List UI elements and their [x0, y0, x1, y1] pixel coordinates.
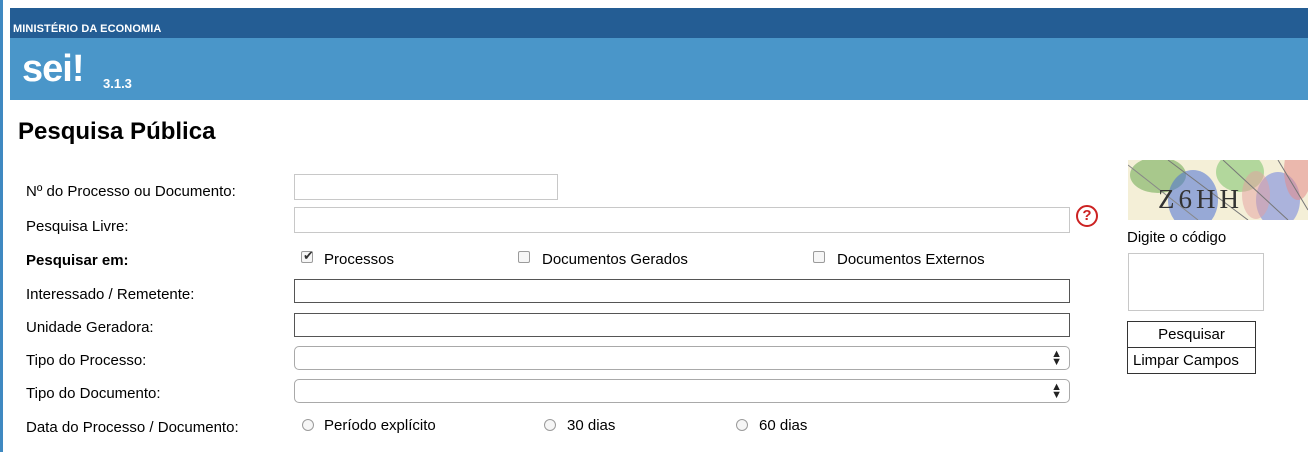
left-frame-border — [0, 0, 3, 452]
ministry-bar — [10, 8, 1308, 38]
date-label: Data do Processo / Documento: — [26, 419, 239, 436]
captcha-image: Z6HH — [1128, 160, 1308, 220]
documentos-externos-option-label: Documentos Externos — [837, 251, 985, 268]
updown-arrows-icon: ▲ ▼ — [1051, 348, 1062, 368]
processos-checkbox[interactable]: ✔ — [301, 248, 314, 263]
page-title: Pesquisa Pública — [18, 118, 216, 145]
captcha-input[interactable] — [1128, 253, 1264, 311]
30-days-label: 30 dias — [567, 417, 616, 434]
document-type-label: Tipo do Documento: — [26, 385, 161, 402]
process-number-input[interactable] — [294, 174, 558, 200]
60-days-label: 60 dias — [759, 417, 808, 434]
free-search-input[interactable] — [294, 207, 1070, 233]
captcha-prompt: Digite o código — [1127, 229, 1227, 246]
ministry-name: MINISTÉRIO DA ECONOMIA — [13, 23, 162, 35]
process-number-label: Nº do Processo ou Documento: — [26, 183, 236, 200]
clear-fields-button[interactable]: Limpar Campos — [1127, 347, 1256, 374]
check-icon: ✔ — [303, 248, 314, 263]
interested-input[interactable] — [294, 279, 1070, 303]
documentos-externos-checkbox[interactable] — [813, 251, 825, 263]
document-type-select[interactable]: ▲ ▼ — [294, 379, 1070, 403]
help-icon[interactable]: ? — [1076, 205, 1098, 227]
sei-logo[interactable]: sei! — [22, 50, 84, 88]
free-search-label: Pesquisa Livre: — [26, 218, 129, 235]
interested-label: Interessado / Remetente: — [26, 286, 195, 303]
version-label: 3.1.3 — [103, 76, 132, 91]
process-type-select[interactable]: ▲ ▼ — [294, 346, 1070, 370]
30-days-radio[interactable] — [544, 419, 556, 431]
period-explicit-label: Período explícito — [324, 417, 436, 434]
captcha-text: Z6HH — [1158, 184, 1243, 214]
search-button[interactable]: Pesquisar — [1127, 321, 1256, 348]
processos-option-label: Processos — [324, 251, 395, 268]
period-explicit-radio[interactable] — [302, 419, 314, 431]
updown-arrows-icon: ▲ ▼ — [1051, 381, 1062, 401]
60-days-radio[interactable] — [736, 419, 748, 431]
unit-input[interactable] — [294, 313, 1070, 337]
unit-label: Unidade Geradora: — [26, 319, 154, 336]
process-type-label: Tipo do Processo: — [26, 352, 147, 369]
documentos-gerados-option-label: Documentos Gerados — [542, 251, 688, 268]
search-in-label: Pesquisar em: — [26, 252, 129, 269]
header-banner — [10, 38, 1308, 100]
documentos-gerados-checkbox[interactable] — [518, 251, 530, 263]
